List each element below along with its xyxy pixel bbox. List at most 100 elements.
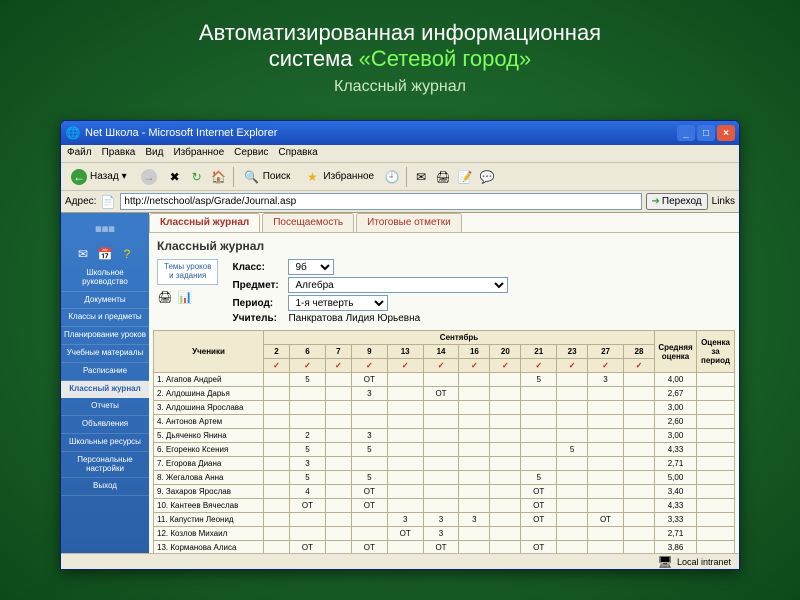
grade-cell[interactable]: [264, 527, 290, 541]
grade-cell[interactable]: [623, 499, 654, 513]
grade-cell[interactable]: 5: [351, 443, 387, 457]
grade-cell[interactable]: [264, 485, 290, 499]
grade-cell[interactable]: [387, 499, 423, 513]
grade-cell[interactable]: [264, 373, 290, 387]
grade-cell[interactable]: [459, 443, 490, 457]
grade-cell[interactable]: [588, 541, 624, 554]
grade-cell[interactable]: [387, 401, 423, 415]
print-icon[interactable]: 🖨: [157, 289, 173, 305]
grade-cell[interactable]: [264, 415, 290, 429]
grade-cell[interactable]: [588, 443, 624, 457]
grade-cell[interactable]: [588, 401, 624, 415]
maximize-button[interactable]: □: [697, 125, 715, 141]
home-icon[interactable]: 🏠: [211, 169, 227, 185]
grade-cell[interactable]: [623, 485, 654, 499]
grade-cell[interactable]: [490, 499, 521, 513]
grade-cell[interactable]: [557, 485, 588, 499]
grade-cell[interactable]: [490, 443, 521, 457]
grade-cell[interactable]: [351, 527, 387, 541]
grade-cell[interactable]: [588, 415, 624, 429]
grade-cell[interactable]: [490, 457, 521, 471]
grade-cell[interactable]: [588, 499, 624, 513]
grade-cell[interactable]: [290, 415, 326, 429]
grade-cell[interactable]: [557, 541, 588, 554]
grade-cell[interactable]: 5: [521, 373, 557, 387]
grade-cell[interactable]: [264, 471, 290, 485]
grade-cell[interactable]: [521, 527, 557, 541]
grade-cell[interactable]: [557, 527, 588, 541]
grade-cell[interactable]: [623, 513, 654, 527]
grade-cell[interactable]: [623, 401, 654, 415]
grade-cell[interactable]: [459, 527, 490, 541]
grade-cell[interactable]: [521, 429, 557, 443]
links-label[interactable]: Links: [712, 196, 735, 207]
grade-cell[interactable]: [459, 401, 490, 415]
search-button[interactable]: 🔍Поиск: [240, 167, 295, 187]
grade-cell[interactable]: ОТ: [290, 541, 326, 554]
grade-cell[interactable]: [264, 457, 290, 471]
grade-cell[interactable]: ОТ: [351, 485, 387, 499]
grade-cell[interactable]: [290, 387, 326, 401]
sidebar-item[interactable]: Выход: [61, 478, 149, 496]
grade-cell[interactable]: [557, 387, 588, 401]
grade-cell[interactable]: [387, 387, 423, 401]
refresh-icon[interactable]: ↻: [189, 169, 205, 185]
menu-file[interactable]: Файл: [67, 147, 92, 160]
grade-cell[interactable]: ОТ: [351, 373, 387, 387]
sidebar-item[interactable]: Отчеты: [61, 398, 149, 416]
grade-cell[interactable]: [623, 415, 654, 429]
grade-cell[interactable]: ОТ: [351, 499, 387, 513]
grade-cell[interactable]: [459, 499, 490, 513]
mail-icon[interactable]: ✉: [75, 246, 91, 262]
sidebar-item[interactable]: Персональные настройки: [61, 452, 149, 479]
grade-cell[interactable]: [387, 457, 423, 471]
tab-attendance[interactable]: Посещаемость: [262, 213, 354, 232]
menu-tools[interactable]: Сервис: [234, 147, 268, 160]
go-button[interactable]: ➔Переход: [646, 193, 708, 210]
grade-cell[interactable]: [264, 499, 290, 513]
grade-cell[interactable]: 3: [351, 429, 387, 443]
grade-cell[interactable]: [490, 471, 521, 485]
grade-cell[interactable]: [490, 415, 521, 429]
grade-cell[interactable]: [325, 499, 351, 513]
grade-cell[interactable]: [521, 443, 557, 457]
grade-cell[interactable]: [557, 415, 588, 429]
menu-fav[interactable]: Избранное: [173, 147, 224, 160]
grade-cell[interactable]: [423, 415, 459, 429]
grade-cell[interactable]: 2: [290, 429, 326, 443]
grade-cell[interactable]: [521, 401, 557, 415]
grade-cell[interactable]: [423, 373, 459, 387]
grade-cell[interactable]: [459, 415, 490, 429]
grade-cell[interactable]: [588, 527, 624, 541]
grade-cell[interactable]: ОТ: [588, 513, 624, 527]
grade-cell[interactable]: [325, 415, 351, 429]
grade-cell[interactable]: 3: [588, 373, 624, 387]
back-button[interactable]: ← Назад ▾: [67, 167, 131, 187]
menu-edit[interactable]: Правка: [102, 147, 136, 160]
menu-help[interactable]: Справка: [278, 147, 317, 160]
grade-cell[interactable]: [325, 373, 351, 387]
grade-cell[interactable]: [423, 429, 459, 443]
discuss-icon[interactable]: 💬: [479, 169, 495, 185]
grade-cell[interactable]: [325, 387, 351, 401]
grade-cell[interactable]: 3: [387, 513, 423, 527]
grade-cell[interactable]: 3: [423, 527, 459, 541]
grade-cell[interactable]: [490, 485, 521, 499]
grade-cell[interactable]: [351, 513, 387, 527]
grade-cell[interactable]: [264, 387, 290, 401]
sidebar-item[interactable]: Документы: [61, 292, 149, 310]
export-icon[interactable]: 📊: [177, 289, 193, 305]
grade-cell[interactable]: [423, 485, 459, 499]
grade-cell[interactable]: [264, 513, 290, 527]
sidebar-item[interactable]: Расписание: [61, 363, 149, 381]
grade-cell[interactable]: 5: [557, 443, 588, 457]
grade-cell[interactable]: ОТ: [387, 527, 423, 541]
grade-cell[interactable]: [264, 401, 290, 415]
favorites-button[interactable]: ★Избранное: [300, 167, 378, 187]
grade-cell[interactable]: [459, 471, 490, 485]
help-icon[interactable]: ?: [119, 246, 135, 262]
grade-cell[interactable]: [588, 429, 624, 443]
grade-cell[interactable]: [387, 443, 423, 457]
grade-cell[interactable]: [325, 457, 351, 471]
grade-cell[interactable]: [459, 373, 490, 387]
